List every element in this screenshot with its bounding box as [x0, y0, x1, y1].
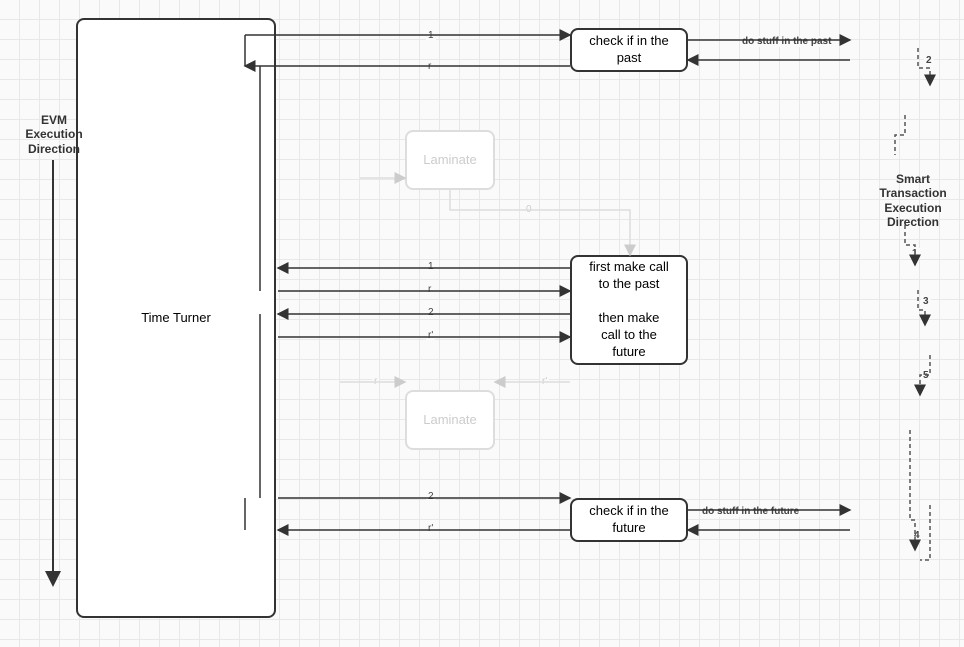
label-smart: Smart Transaction Execution Direction — [863, 172, 963, 230]
edge-r-mid: r — [426, 284, 433, 295]
edge-do-past: do stuff in the past — [740, 36, 833, 47]
right-3: 3 — [921, 296, 931, 307]
edge-rp-bot: r' — [426, 523, 435, 534]
edge-0: 0 — [524, 204, 534, 215]
edge-2-bot: 2 — [426, 491, 436, 502]
box-check-future: check if in the future — [570, 498, 688, 542]
right-2: 2 — [924, 55, 934, 66]
diagram-canvas: Time Turner EVM Execution Direction Smar… — [0, 0, 964, 647]
edge-1-top: 1 — [426, 30, 436, 41]
box-time-turner: Time Turner — [76, 18, 276, 618]
box-laminate-top: Laminate — [405, 130, 495, 190]
right-5: 5 — [921, 370, 931, 381]
edge-r-top: r — [426, 61, 433, 72]
label-evm: EVM Execution Direction — [24, 113, 84, 156]
box-laminate-bottom: Laminate — [405, 390, 495, 450]
right-4: 4 — [912, 530, 922, 541]
edge-1-mid: 1 — [426, 261, 436, 272]
edge-do-future: do stuff in the future — [700, 506, 801, 517]
box-middle: first make call to the past then make ca… — [570, 255, 688, 365]
edge-r-faded: r — [372, 376, 379, 387]
edge-rp-faded: r' — [540, 376, 549, 387]
time-turner-label: Time Turner — [141, 310, 211, 327]
right-1: 1 — [910, 248, 920, 259]
edge-2-mid: 2 — [426, 307, 436, 318]
edge-rp-mid: r' — [426, 330, 435, 341]
box-check-past: check if in the past — [570, 28, 688, 72]
